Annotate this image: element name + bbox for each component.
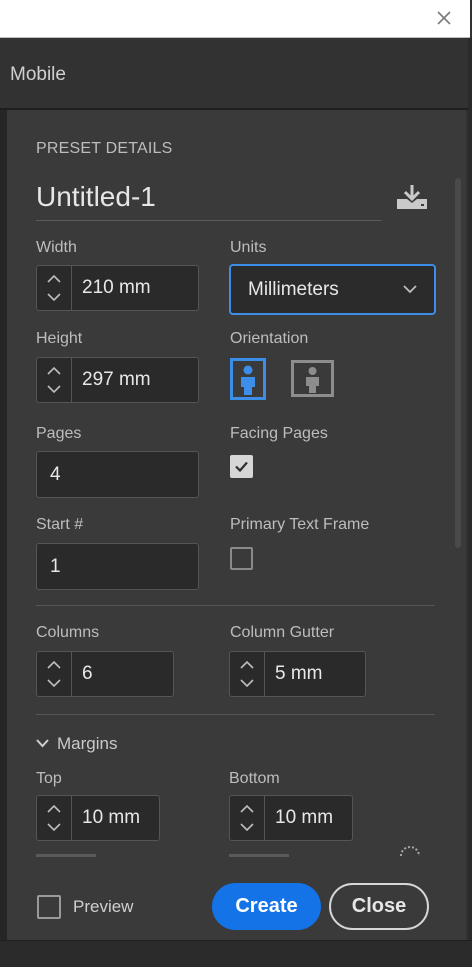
units-label: Units <box>230 239 267 256</box>
category-tab-bar: Mobile <box>0 38 470 110</box>
height-stepper[interactable]: 297 mm <box>36 357 199 403</box>
facing-pages-label: Facing Pages <box>230 425 328 442</box>
columns-stepper[interactable]: 6 <box>36 651 174 697</box>
section-divider <box>36 605 435 606</box>
section-divider <box>36 714 435 715</box>
create-button-label: Create <box>235 895 298 917</box>
close-button[interactable]: Close <box>329 883 429 930</box>
pages-value: 4 <box>50 463 61 485</box>
increment-icon[interactable] <box>47 660 61 669</box>
units-selected-value: Millimeters <box>248 278 339 300</box>
close-icon[interactable] <box>434 8 454 28</box>
decrement-icon[interactable] <box>47 679 61 688</box>
column-gutter-label: Column Gutter <box>230 624 335 641</box>
units-dropdown[interactable]: Millimeters <box>229 264 436 315</box>
decrement-icon[interactable] <box>47 823 61 832</box>
preview-checkbox[interactable] <box>37 895 61 919</box>
column-gutter-value: 5 mm <box>275 663 323 684</box>
increment-icon[interactable] <box>47 366 61 375</box>
primary-text-frame-label: Primary Text Frame <box>230 516 370 533</box>
increment-icon[interactable] <box>240 660 254 669</box>
pages-label: Pages <box>36 425 82 442</box>
margin-bottom-spinner[interactable] <box>230 796 265 840</box>
decrement-icon[interactable] <box>240 679 254 688</box>
start-page-field[interactable]: 1 <box>36 543 199 590</box>
tab-mobile[interactable]: Mobile <box>10 64 66 86</box>
background-document-edge <box>468 38 472 966</box>
margin-top-value: 10 mm <box>82 807 141 828</box>
margin-top-spinner[interactable] <box>37 796 72 840</box>
chevron-down-icon <box>36 739 49 748</box>
pages-field[interactable]: 4 <box>36 451 199 498</box>
orientation-label: Orientation <box>230 330 309 347</box>
margin-bottom-label: Bottom <box>229 770 280 787</box>
save-preset-icon[interactable] <box>395 183 429 211</box>
height-spinner[interactable] <box>37 358 72 402</box>
clipped-row-labels <box>36 851 436 857</box>
landscape-orientation-icon[interactable] <box>291 360 334 397</box>
preview-label[interactable]: Preview <box>73 897 133 917</box>
checkmark-icon <box>235 461 248 473</box>
portrait-orientation-icon[interactable] <box>230 358 266 400</box>
width-value: 210 mm <box>82 277 151 298</box>
margin-top-label: Top <box>36 770 62 787</box>
height-value: 297 mm <box>82 369 151 390</box>
preset-name-value: Untitled-1 <box>36 181 156 212</box>
increment-icon[interactable] <box>47 804 61 813</box>
columns-label: Columns <box>36 624 100 641</box>
margin-top-stepper[interactable]: 10 mm <box>36 795 160 841</box>
panel-left-edge <box>0 110 7 940</box>
gutter-spinner[interactable] <box>230 652 265 696</box>
decrement-icon[interactable] <box>47 385 61 394</box>
margins-disclosure[interactable]: Margins <box>36 733 156 755</box>
create-button[interactable]: Create <box>212 883 321 930</box>
panel-scrollbar[interactable] <box>455 178 461 548</box>
columns-value: 6 <box>82 663 93 684</box>
column-gutter-stepper[interactable]: 5 mm <box>229 651 366 697</box>
decrement-icon[interactable] <box>47 293 61 302</box>
margin-bottom-stepper[interactable]: 10 mm <box>229 795 353 841</box>
start-page-label: Start # <box>36 516 84 533</box>
height-label: Height <box>36 330 83 347</box>
close-button-label: Close <box>351 895 407 917</box>
loading-spinner-icon <box>400 846 420 857</box>
primary-text-frame-checkbox[interactable] <box>230 547 253 570</box>
margin-bottom-value: 10 mm <box>275 807 334 828</box>
increment-icon[interactable] <box>47 274 61 283</box>
preset-name-field[interactable]: Untitled-1 <box>36 178 382 221</box>
decrement-icon[interactable] <box>240 823 254 832</box>
width-label: Width <box>36 239 77 256</box>
start-page-value: 1 <box>50 555 61 577</box>
window-bottom-edge <box>0 940 472 967</box>
facing-pages-checkbox[interactable] <box>230 455 253 478</box>
width-stepper[interactable]: 210 mm <box>36 265 199 311</box>
dialog-title-bar <box>0 0 470 38</box>
margins-heading: Margins <box>57 734 118 753</box>
section-heading: PRESET DETAILS <box>36 140 173 157</box>
increment-icon[interactable] <box>240 804 254 813</box>
chevron-down-icon <box>403 285 417 294</box>
columns-spinner[interactable] <box>37 652 72 696</box>
width-spinner[interactable] <box>37 266 72 310</box>
